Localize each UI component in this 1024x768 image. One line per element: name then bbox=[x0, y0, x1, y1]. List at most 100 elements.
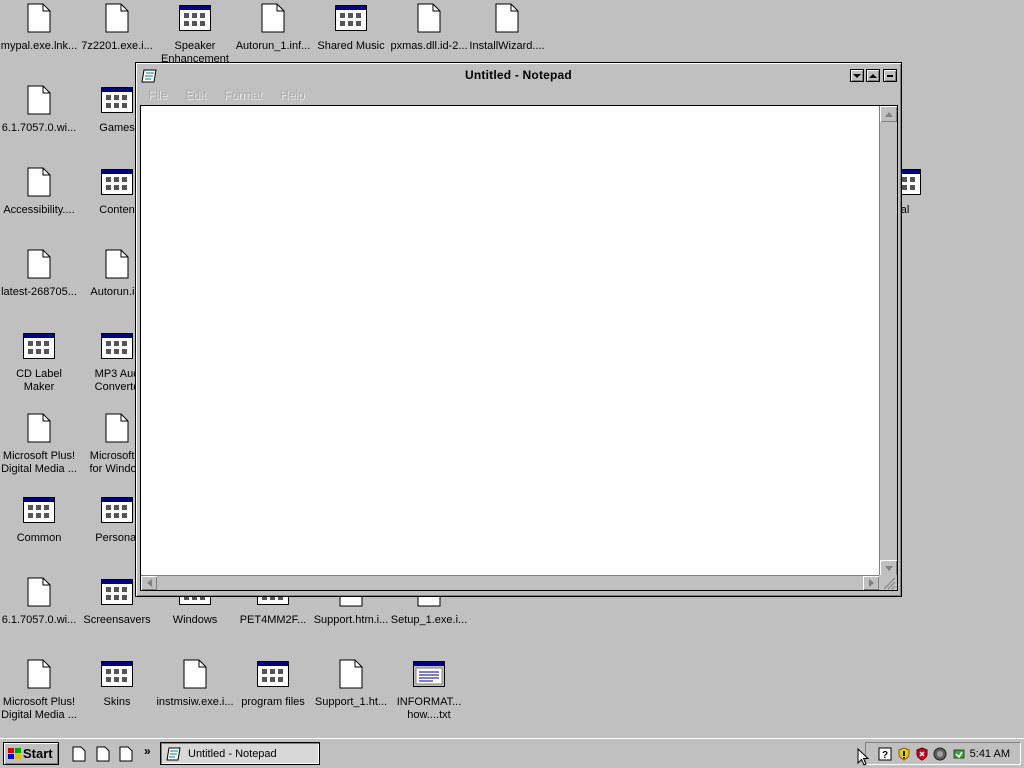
quick-launch-document-icon[interactable] bbox=[96, 746, 110, 762]
window-title: Untitled - Notepad bbox=[465, 68, 572, 82]
desktop-icon-label: pxmas.dll.id-2... bbox=[390, 40, 468, 52]
edit-area bbox=[140, 105, 898, 591]
program-group-icon bbox=[101, 166, 133, 198]
scroll-down-button[interactable] bbox=[880, 560, 897, 576]
taskbar-button-notepad[interactable]: Untitled - Notepad bbox=[160, 742, 320, 765]
program-group-icon bbox=[101, 494, 133, 526]
arrow-right-icon bbox=[868, 579, 874, 587]
desktop-icon[interactable]: program files bbox=[234, 658, 312, 709]
document-icon bbox=[413, 2, 445, 34]
network-icon[interactable] bbox=[933, 747, 947, 761]
menu-bar: File Edit Format Help bbox=[139, 86, 898, 104]
close-button[interactable] bbox=[883, 69, 897, 82]
arrow-left-icon bbox=[146, 579, 152, 587]
desktop-icon[interactable]: 7z2201.exe.i... bbox=[78, 2, 156, 53]
desktop-icon[interactable]: Accessibility.... bbox=[0, 166, 78, 217]
desktop-icon-label: Personal bbox=[95, 532, 139, 544]
desktop-icon-label: mypal.exe.lnk... bbox=[0, 40, 78, 52]
program-group-icon bbox=[23, 494, 55, 526]
resize-grip-icon bbox=[883, 577, 896, 590]
taskbar: Start » Untitled - Notepad ? 5:41 AM bbox=[0, 738, 1024, 768]
scroll-up-button[interactable] bbox=[880, 106, 897, 122]
document-icon bbox=[23, 248, 55, 280]
desktop-icon[interactable]: mypal.exe.lnk... bbox=[0, 2, 78, 53]
help-icon[interactable]: ? bbox=[878, 747, 892, 761]
document-icon bbox=[101, 248, 133, 280]
desktop-icon-label: Common bbox=[16, 532, 62, 544]
quick-launch-document-icon[interactable] bbox=[119, 746, 133, 762]
desktop-icon[interactable]: Common bbox=[0, 494, 78, 545]
menu-edit[interactable]: Edit bbox=[176, 88, 215, 102]
close-icon bbox=[887, 74, 893, 77]
document-icon bbox=[101, 2, 133, 34]
quick-launch-more-button[interactable]: » bbox=[144, 744, 151, 758]
desktop-icon[interactable]: CD Label Maker bbox=[0, 330, 78, 394]
desktop-icon[interactable]: INFORMAT... how....txt bbox=[390, 658, 468, 722]
desktop-icon-label: Skins bbox=[103, 696, 131, 708]
menu-file[interactable]: File bbox=[139, 88, 176, 102]
notepad-icon bbox=[166, 747, 181, 760]
desktop-icon[interactable]: 6.1.7057.0.wi... bbox=[0, 84, 78, 135]
desktop-icon-label: latest-268705... bbox=[1, 286, 77, 298]
desktop-icon[interactable]: Microsoft Plus! Digital Media ... bbox=[0, 658, 78, 722]
desktop-icon-label: 7z2201.exe.i... bbox=[81, 40, 153, 52]
document-icon bbox=[491, 2, 523, 34]
document-icon bbox=[179, 658, 211, 690]
vertical-scrollbar[interactable] bbox=[879, 106, 897, 576]
program-group-icon bbox=[335, 2, 367, 34]
desktop-icon-label: MP3 Aud Converte bbox=[94, 368, 140, 393]
desktop-icon-label: InstallWizard.... bbox=[469, 40, 545, 52]
desktop-icon[interactable]: Microsoft Plus! Digital Media ... bbox=[0, 412, 78, 476]
desktop-icon-label: Shared Music bbox=[317, 40, 385, 52]
desktop-icon-label: Games bbox=[99, 122, 135, 134]
horizontal-scrollbar[interactable] bbox=[141, 575, 879, 590]
menu-help[interactable]: Help bbox=[271, 88, 314, 102]
desktop-icon[interactable]: latest-268705... bbox=[0, 248, 78, 299]
arrow-up-icon bbox=[884, 111, 893, 117]
minimize-button[interactable] bbox=[850, 69, 864, 82]
svg-text:?: ? bbox=[882, 750, 888, 761]
document-icon bbox=[257, 2, 289, 34]
quick-launch-document-icon[interactable] bbox=[72, 746, 86, 762]
document-icon bbox=[23, 658, 55, 690]
scroll-left-button[interactable] bbox=[141, 576, 157, 590]
maximize-button[interactable] bbox=[866, 69, 880, 82]
desktop-icon[interactable]: 6.1.7057.0.wi... bbox=[0, 576, 78, 627]
document-icon bbox=[23, 84, 55, 116]
desktop-icon[interactable]: Skins bbox=[78, 658, 156, 709]
desktop-icon-label: Microsoft Plus! Digital Media ... bbox=[1, 696, 77, 721]
desktop-icon[interactable]: InstallWizard.... bbox=[468, 2, 546, 53]
resize-grip[interactable] bbox=[879, 575, 897, 590]
desktop-icon-label: INFORMAT... how....txt bbox=[396, 696, 462, 721]
clock[interactable]: 5:41 AM bbox=[970, 748, 1010, 760]
desktop-icon-label: PET4MM2F... bbox=[239, 614, 307, 626]
antivirus-icon[interactable] bbox=[915, 747, 929, 761]
desktop-icon[interactable]: Shared Music bbox=[312, 2, 390, 53]
start-label: Start bbox=[23, 746, 53, 761]
document-icon bbox=[23, 576, 55, 608]
start-button[interactable]: Start bbox=[3, 742, 59, 765]
shield-icon[interactable] bbox=[897, 747, 911, 761]
desktop-icon-label: Microsoft Plus! Digital Media ... bbox=[1, 450, 77, 475]
text-file-icon bbox=[413, 658, 445, 690]
desktop-icon[interactable]: Speaker Enhancement bbox=[156, 2, 234, 66]
menu-format[interactable]: Format bbox=[215, 88, 271, 102]
program-group-icon bbox=[179, 2, 211, 34]
notepad-window[interactable]: Untitled - Notepad File Edit Format Help bbox=[135, 62, 902, 597]
program-group-icon bbox=[101, 330, 133, 362]
title-bar[interactable]: Untitled - Notepad bbox=[139, 66, 898, 86]
minimize-icon bbox=[853, 73, 861, 78]
desktop-icon[interactable]: Autorun_1.inf... bbox=[234, 2, 312, 53]
text-editor[interactable] bbox=[141, 106, 879, 576]
desktop-icon-label: program files bbox=[241, 696, 305, 708]
desktop-icon-label: Support_1.ht... bbox=[314, 696, 388, 708]
desktop-icon-label: Setup_1.exe.i... bbox=[390, 614, 468, 626]
desktop-icon-label: Accessibility.... bbox=[3, 204, 75, 216]
document-icon bbox=[101, 412, 133, 444]
update-icon[interactable] bbox=[952, 747, 966, 761]
desktop-icon[interactable]: instmsiw.exe.i... bbox=[156, 658, 234, 709]
desktop-icon[interactable]: pxmas.dll.id-2... bbox=[390, 2, 468, 53]
document-icon bbox=[23, 2, 55, 34]
scroll-right-button[interactable] bbox=[863, 576, 879, 590]
desktop-icon[interactable]: Support_1.ht... bbox=[312, 658, 390, 709]
